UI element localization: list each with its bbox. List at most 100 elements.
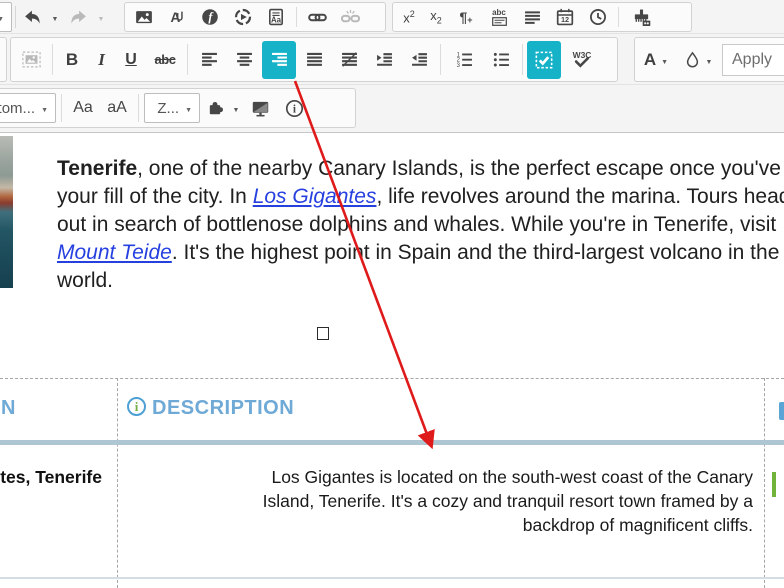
indent-button[interactable] [367,41,401,79]
chevron-down-icon [98,8,105,26]
link-button[interactable] [301,4,333,30]
strikethrough-button[interactable]: abc [147,41,183,79]
chevron-down-icon [52,8,59,26]
plus-mark: + [467,15,473,25]
toolbar-separator [61,94,62,122]
redo-dropdown-button[interactable] [95,4,107,30]
preview-button[interactable] [244,93,276,123]
italic-button[interactable]: I [88,41,115,79]
insert-date-button[interactable]: 12 [549,4,581,30]
line-spacing-button[interactable] [516,4,548,30]
bulleted-list-icon [493,52,509,67]
align-right-button[interactable] [262,40,296,79]
paragraph-line: out in search of bottlenose dolphins and… [57,211,784,239]
table-header-3-sliver [779,402,784,420]
toolbar-separator [187,44,188,75]
capitalize-button[interactable]: Aa [67,93,99,123]
flash-button[interactable]: f [194,4,226,30]
clipped-panel-left [0,37,7,82]
paragraph-line: world. [57,267,784,295]
capitalize-label: Aa [73,99,93,116]
editor-toolbar: A f Aa x2 x2 ¶+ abc [0,0,784,133]
apply-style-box[interactable]: Apply [722,43,784,76]
numbered-list-button[interactable]: 123 [445,41,483,79]
table-header-description[interactable]: DESCRIPTION [152,397,294,420]
image-icon [136,11,152,24]
undo-button[interactable] [19,4,45,30]
toolbar-row-3: stom... Aa aA Z... i [0,85,784,133]
inline-link[interactable]: Mount Teide [57,241,172,264]
lowercase-button[interactable]: aA [101,93,133,123]
insert-time-button[interactable] [582,4,614,30]
clipped-combo-left[interactable] [0,2,12,32]
droplet-icon [686,51,698,68]
lines-icon [524,10,540,24]
zoom-combo[interactable]: Z... [144,93,200,123]
show-blocks-button[interactable] [527,40,561,79]
placeholder-image-button[interactable] [14,41,48,79]
document-paragraph: Tenerife, one of the nearby Canary Islan… [57,155,784,295]
anchor-button[interactable]: A [161,4,193,30]
show-blocks-icon [535,51,553,68]
info-circle-icon: i [285,99,303,117]
paragraph-text: Tenerife [57,157,138,180]
align-center-button[interactable] [227,41,261,79]
redo-icon [70,10,86,23]
insert-paragraph-button[interactable]: ¶ + [450,4,482,30]
document-editing-area[interactable]: Tenerife, one of the nearby Canary Islan… [0,134,784,588]
document-aa-icon: Aa [269,8,283,26]
table-header-location[interactable]: LOCATION [0,397,16,420]
paragraph-line: Tenerife, one of the nearby Canary Islan… [57,155,784,183]
toolbar-separator [522,44,523,75]
w3c-icon: W3C [573,50,591,68]
location-cell[interactable]: Los Gigantes, Tenerife [0,467,102,488]
paragraph-text: your fill of the city. In [57,185,253,208]
w3c-validate-button[interactable]: W3C [562,41,602,79]
media-embed-button[interactable] [227,4,259,30]
bold-label: B [65,49,79,69]
font-color-button[interactable]: A [638,41,674,79]
empty-element-placeholder[interactable] [317,327,329,340]
puzzle-icon [209,102,223,115]
chevron-down-icon [0,8,4,26]
paragraph-text: , life revolves around the marina. Tours… [376,185,784,208]
undo-dropdown-button[interactable] [49,4,61,30]
align-none-button[interactable] [332,41,366,79]
inline-link[interactable]: Los Gigantes [253,185,377,208]
plugins-dropdown-button[interactable] [230,93,242,123]
info-badge-icon: i [127,397,146,416]
unlink-button[interactable] [334,4,366,30]
screen-icon [252,101,268,116]
plugins-button[interactable] [202,93,228,123]
svg-text:3: 3 [456,63,460,68]
font-color-label: A [643,49,657,69]
description-cell-text[interactable]: Los Gigantes is located on the south-wes… [130,465,753,537]
toolbar-row-1: A f Aa x2 x2 ¶+ abc [0,0,784,34]
svg-text:Aa: Aa [271,15,282,24]
subscript-label: x2 [430,8,442,26]
styles-combo[interactable]: stom... [0,93,56,123]
underline-button[interactable]: U [116,41,146,79]
anchor-text-icon: A [170,10,183,25]
about-button[interactable]: i [278,93,310,123]
redo-button[interactable] [65,4,91,30]
spell-document-button[interactable]: Aa [260,4,292,30]
justify-button[interactable] [297,41,331,79]
flash-icon: f [202,9,218,25]
format-brush-button[interactable] [623,4,659,30]
align-left-button[interactable] [192,41,226,79]
outdent-button[interactable] [402,41,436,79]
bulleted-list-button[interactable] [484,41,518,79]
toolbar-separator [138,94,139,122]
calendar-icon: 12 [556,8,574,26]
chevron-down-icon [185,99,192,117]
table-column-divider [764,378,765,588]
insert-image-button[interactable] [128,4,160,30]
zoom-combo-value: Z... [157,99,180,117]
bold-button[interactable]: B [57,41,87,79]
highlight-color-button[interactable] [676,41,720,79]
superscript-button[interactable]: x2 [396,4,422,30]
table-cell-3-sliver [772,472,776,497]
abbreviation-button[interactable]: abc [483,4,515,30]
subscript-button[interactable]: x2 [423,4,449,30]
